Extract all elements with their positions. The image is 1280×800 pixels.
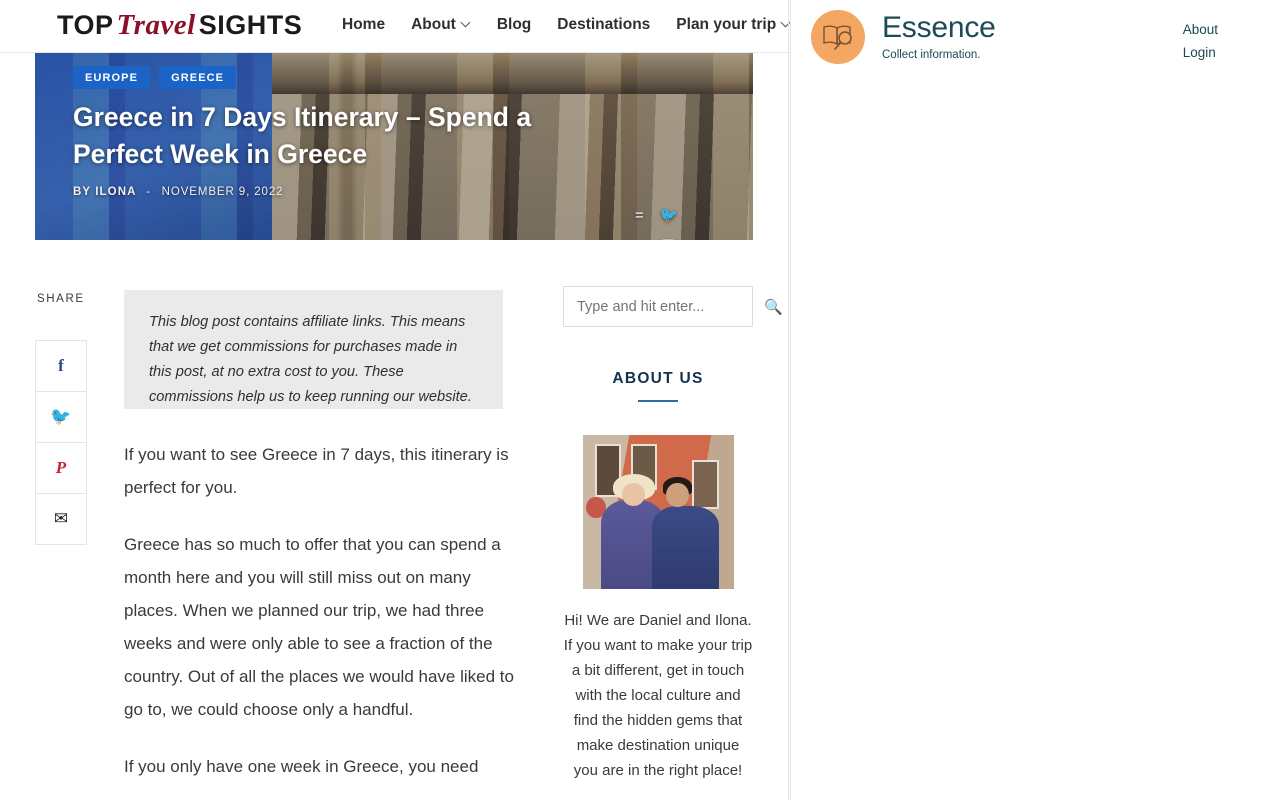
about-us-photo	[583, 435, 734, 589]
about-us-heading: ABOUT US	[612, 370, 704, 387]
search-icon[interactable]: 🔍	[764, 298, 783, 316]
essence-brand[interactable]: Essence Collect information.	[811, 10, 996, 64]
site-header: TOP Travel SIGHTS Home About Blog Destinat…	[0, 0, 790, 53]
sidebar-search[interactable]: 🔍	[563, 286, 783, 327]
logo-part-sights: SIGHTS	[198, 10, 303, 40]
site-logo[interactable]: TOP Travel SIGHTS	[57, 9, 302, 42]
hero-social-links: = 🐦 𝗽 ✉	[635, 208, 691, 240]
logo-part-travel: Travel	[116, 9, 196, 41]
meta-separator: -	[146, 186, 152, 198]
article-paragraph: If you want to see Greece in 7 days, thi…	[124, 445, 509, 497]
essence-extension-panel: Essence Collect information. About Login	[790, 0, 1280, 800]
nav-label: Destinations	[557, 16, 651, 33]
photo-face-left	[622, 482, 645, 506]
nav-item-plan-your-trip[interactable]: Plan your trip	[676, 16, 790, 34]
email-icon[interactable]: ✉	[662, 237, 675, 240]
share-pinterest-icon[interactable]: P	[36, 443, 86, 494]
nav-item-home[interactable]: Home	[342, 16, 385, 34]
nav-item-blog[interactable]: Blog	[497, 16, 531, 34]
affiliate-disclosure: This blog post contains affiliate links.…	[124, 290, 503, 409]
share-label: SHARE	[37, 293, 85, 305]
share-facebook-icon[interactable]: f	[36, 341, 86, 392]
screen-root: TOP Travel SIGHTS Home About Blog Destinat…	[0, 0, 1280, 800]
post-author[interactable]: ILONA	[95, 186, 136, 198]
chevron-down-icon	[462, 19, 471, 28]
essence-brand-text: Essence Collect information.	[882, 10, 996, 62]
twitter-icon[interactable]: 🐦	[660, 208, 679, 223]
about-link[interactable]: About	[1183, 18, 1218, 41]
article-body: If you want to see Greece in 7 days, thi…	[124, 438, 516, 800]
article-paragraph: If you only have one week in Greece, you…	[124, 757, 479, 776]
hero-banner: EUROPE GREECE Greece in 7 Days Itinerary…	[35, 53, 753, 240]
pinterest-icon[interactable]: 𝗽	[635, 237, 646, 240]
photo-person-right	[652, 505, 719, 589]
post-date: NOVEMBER 9, 2022	[161, 186, 284, 198]
essence-tagline: Collect information.	[882, 49, 981, 61]
share-twitter-icon[interactable]: 🐦	[36, 392, 86, 443]
post-title: Greece in 7 Days Itinerary – Spend a Per…	[73, 102, 532, 169]
category-tag-europe[interactable]: EUROPE	[73, 66, 151, 89]
nav-label: Home	[342, 16, 386, 33]
affiliate-text: This blog post contains affiliate links.…	[149, 314, 472, 405]
main-nav: Home About Blog Destinations Plan your t…	[342, 16, 790, 34]
byline-prefix: BY	[73, 186, 91, 198]
photo-face-right	[666, 482, 689, 508]
logo-part-top: TOP	[57, 10, 114, 40]
hero-tags: EUROPE GREECE	[73, 66, 237, 89]
blog-page: TOP Travel SIGHTS Home About Blog Destinat…	[0, 0, 790, 800]
nav-label: About	[411, 16, 456, 33]
essence-logo-icon	[811, 10, 865, 64]
login-link[interactable]: Login	[1183, 41, 1218, 64]
nav-item-about[interactable]: About	[411, 16, 471, 34]
post-meta: BY ILONA - NOVEMBER 9, 2022	[73, 186, 283, 198]
essence-header-links: About Login	[1183, 18, 1218, 64]
photo-window	[691, 459, 719, 509]
article-paragraph: Greece has so much to offer that you can…	[124, 535, 514, 719]
page-divider	[788, 0, 789, 800]
nav-label: Blog	[496, 16, 532, 33]
nav-item-destinations[interactable]: Destinations	[557, 16, 650, 34]
about-us-rule	[638, 400, 678, 402]
about-us-text: Hi! We are Daniel and Ilona. If you want…	[563, 612, 753, 779]
category-tag-greece[interactable]: GREECE	[159, 66, 237, 89]
share-email-icon[interactable]: ✉	[36, 494, 86, 545]
nav-label: Plan your trip	[676, 16, 777, 33]
facebook-icon[interactable]: =	[635, 208, 644, 223]
search-input[interactable]	[577, 298, 764, 315]
essence-app-name: Essence	[882, 11, 996, 44]
share-rail: f 🐦 P ✉	[35, 340, 87, 545]
